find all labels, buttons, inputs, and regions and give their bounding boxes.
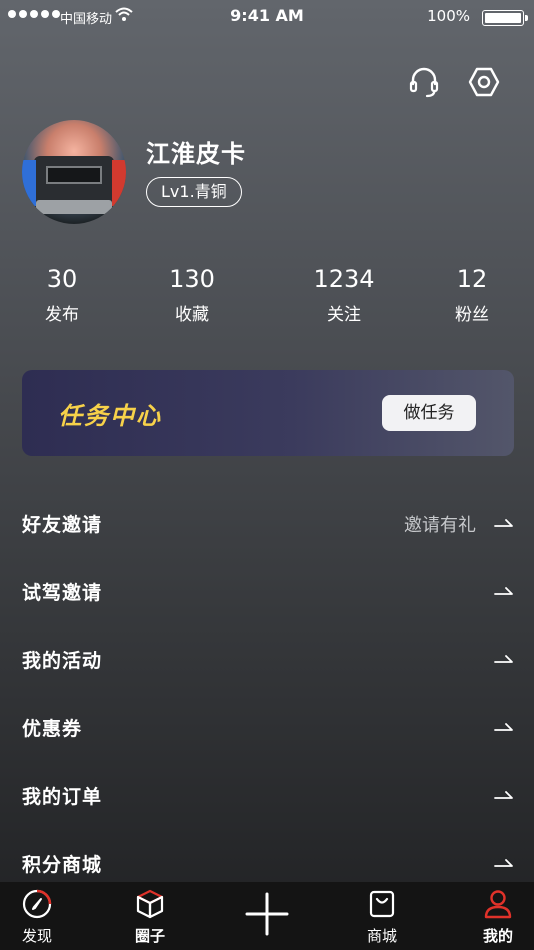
menu-item-label: 我的订单: [22, 786, 103, 808]
menu-item-coupons[interactable]: 优惠券: [0, 694, 534, 762]
headset-icon[interactable]: [406, 64, 442, 100]
username: 江淮皮卡: [146, 140, 246, 168]
settings-icon[interactable]: [466, 64, 502, 100]
stat-value: 30: [46, 265, 78, 293]
menu-item-extra: 邀请有礼: [404, 515, 476, 536]
tab-mine[interactable]: 我的: [458, 882, 534, 950]
tab-circle[interactable]: 圈子: [110, 882, 190, 950]
stat-label: 关注: [327, 305, 361, 325]
tab-label: 圈子: [134, 927, 165, 945]
arrow-right-icon: [494, 723, 513, 731]
stat-label: 粉丝: [455, 305, 489, 325]
tab-label: 发现: [21, 927, 52, 945]
menu-item-test-drive-invite[interactable]: 试驾邀请: [0, 558, 534, 626]
menu-item-label: 积分商城: [22, 854, 103, 876]
stat-value: 12: [456, 265, 488, 293]
avatar[interactable]: [22, 120, 126, 224]
stat-favorites[interactable]: 130 收藏: [132, 264, 252, 327]
menu-item-friend-invite[interactable]: 好友邀请 邀请有礼: [0, 490, 534, 558]
do-task-button[interactable]: 做任务: [382, 395, 476, 431]
task-center-card[interactable]: 任务中心 做任务: [22, 370, 514, 456]
menu-item-label: 好友邀请: [22, 514, 103, 536]
task-center-title: 任务中心: [58, 402, 162, 430]
plus-icon[interactable]: [243, 890, 291, 938]
user-icon: [484, 890, 512, 919]
status-bar: 中国移动 9:41 AM 100%: [0, 0, 534, 34]
menu-item-label: 试驾邀请: [22, 582, 103, 604]
menu-item-label: 我的活动: [22, 650, 103, 672]
menu-item-my-orders[interactable]: 我的订单: [0, 762, 534, 830]
menu-item-my-activities[interactable]: 我的活动: [0, 626, 534, 694]
arrow-right-icon: [494, 791, 513, 799]
shopping-bag-icon: [369, 890, 395, 918]
arrow-right-icon: [494, 519, 513, 527]
stat-followers[interactable]: 12 粉丝: [412, 264, 532, 327]
tab-discover[interactable]: 发现: [0, 882, 77, 950]
arrow-right-icon: [494, 859, 513, 867]
stat-following[interactable]: 1234 关注: [284, 264, 404, 327]
tab-mall[interactable]: 商城: [342, 882, 422, 950]
tab-label: 商城: [366, 927, 397, 945]
battery-icon: [482, 10, 528, 26]
compass-icon: [22, 889, 52, 919]
stat-label: 收藏: [175, 305, 209, 325]
menu-item-label: 优惠券: [22, 718, 83, 740]
stat-value: 130: [169, 265, 215, 293]
battery-percent: 100%: [427, 7, 470, 25]
stats-row: 30 发布 130 收藏 1234 关注 12 粉丝: [0, 264, 534, 334]
stat-value: 1234: [313, 265, 375, 293]
level-badge[interactable]: Lv1.青铜: [146, 177, 242, 207]
tab-label: 我的: [482, 927, 513, 945]
stat-label: 发布: [45, 305, 79, 325]
cube-icon: [136, 889, 164, 919]
stat-posts[interactable]: 30 发布: [2, 264, 122, 327]
arrow-right-icon: [494, 655, 513, 663]
arrow-right-icon: [494, 587, 513, 595]
